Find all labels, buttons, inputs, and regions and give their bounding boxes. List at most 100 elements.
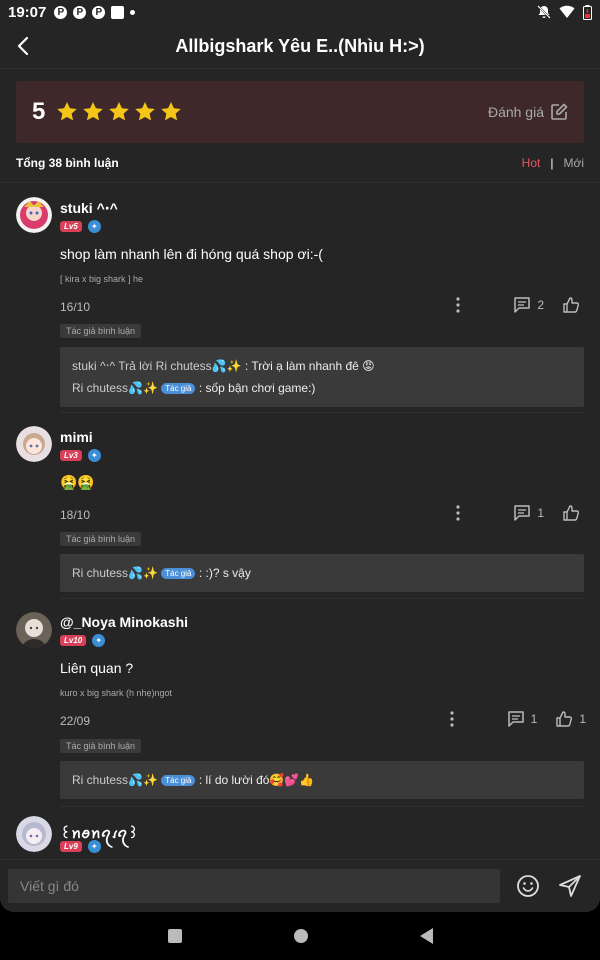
app-notification-icon [111,5,125,19]
user-badges: Lv5 ✦ [60,220,101,233]
pinterest-icon: P [73,5,87,19]
reply-text: : lí do lười đó🥰💕👍 [198,773,315,787]
reply-box[interactable]: Ri chutess💦✨ Tác giả : :)? s vậy [60,554,584,592]
comment-story-tag: [ kira x big shark ] he [60,274,144,284]
more-icon[interactable] [455,504,461,522]
comment-summary: Tổng 38 bình luận Hot | Mới [0,143,600,183]
system-back-button[interactable] [419,928,433,944]
level-badge: Lv9 [60,841,82,852]
like-button[interactable] [562,296,586,314]
reply-box[interactable]: stuki ^‧^ Trả lời Ri chutess💦✨ : Trời ạ … [60,347,584,407]
pinterest-icon: P [54,5,68,19]
username[interactable]: @_Noya Minokashi [60,614,188,630]
muted-bell-icon [537,5,551,19]
reply-text: : :)? s vậy [198,566,251,580]
reply-count: 1 [537,506,544,520]
reply-count: 2 [537,298,544,312]
star-icon [83,102,104,121]
total-comments: Tổng 38 bình luận [16,155,119,170]
reply-button[interactable]: 1 [507,710,537,728]
rating-panel: 5 Đánh giá [16,81,584,143]
reply-author[interactable]: Ri chutess💦✨ [72,566,158,580]
sort-separator: | [550,155,554,170]
reply-verb: Trả lời [118,359,153,373]
level-badge: Lv10 [60,635,87,646]
user-badges: Lv9 ✦ [60,840,101,853]
reply-button[interactable]: 1 [513,504,544,522]
reply-author[interactable]: stuki ^‧^ [72,359,115,373]
comment-actions: 1 1 [449,710,586,728]
reply-author[interactable]: Ri chutess💦✨ [72,773,158,787]
avatar[interactable] [16,612,52,648]
author-badge: Tác giả [161,568,196,580]
reply-author[interactable]: Ri chutess💦✨ [72,381,158,395]
verified-badge-icon: ✦ [87,449,101,462]
divider [60,806,584,807]
divider [60,412,584,413]
reply-box[interactable]: Ri chutess💦✨ Tác giả : lí do lười đó🥰💕👍 [60,761,584,799]
comment-icon [507,711,524,727]
avatar[interactable] [16,426,52,462]
avatar[interactable] [16,816,52,852]
like-button[interactable] [562,504,586,522]
author-badge: Tác giả [161,775,196,787]
author-comment-tag: Tác giả bình luận [60,324,142,338]
sort-hot[interactable]: Hot [522,156,541,170]
username[interactable]: stuki ^‧^ [60,200,118,217]
app-screen: Allbigshark Yêu E..(Nhìu H:>) 5 Đánh giá… [0,24,600,912]
reply-line: Ri chutess💦✨ Tác giả : sốp bận chơi game… [72,377,572,399]
notification-icons: P P P [54,5,136,19]
comment-text: Liên quan ? [60,660,134,676]
comment-text: 🤮🤮 [60,474,95,490]
recents-button[interactable] [167,929,182,943]
comment-actions: 2 [455,296,586,314]
comment-text: shop làm nhanh lên đi hóng quá shop ơi:-… [60,246,323,262]
reply-line: Ri chutess💦✨ Tác giả : :)? s vậy [72,562,572,584]
like-icon [556,711,573,727]
star-icon [161,102,182,121]
more-icon[interactable] [449,710,455,728]
reply-target[interactable]: Ri chutess💦✨ [156,359,242,373]
comment-story-tag: kuro x big shark (h nhẹ)ngot [60,688,173,698]
system-nav-bar [0,912,600,960]
reply-button[interactable]: 2 [513,296,544,314]
reply-text: : sốp bận chơi game:) [198,381,316,395]
more-notifications-icon [130,9,136,15]
author-comment-tag: Tác giả bình luận [60,532,142,546]
rating-stars [55,100,183,124]
comment-date: 22/09 [60,714,91,728]
reply-text: : Trời ạ làm nhanh đê 😡 [244,359,375,373]
send-icon[interactable] [558,874,582,898]
edit-icon [551,103,568,120]
rating-score: 5 [32,98,46,125]
back-arrow-icon[interactable] [12,34,36,58]
rate-label: Đánh giá [487,104,544,120]
avatar[interactable] [16,197,52,233]
pinterest-icon: P [92,5,106,19]
comment-date: 18/10 [60,508,91,522]
level-badge: Lv3 [60,450,82,461]
more-icon[interactable] [455,296,461,314]
sort-new[interactable]: Mới [563,156,584,170]
page-title: Allbigshark Yêu E..(Nhìu H:>) [175,35,425,56]
emoji-icon[interactable] [516,874,540,898]
author-badge: Tác giả [161,383,196,395]
status-bar: 19:07 P P P [0,0,600,24]
sort-options: Hot | Mới [522,156,584,170]
comment-icon [514,297,531,313]
divider [60,598,584,599]
home-button[interactable] [293,929,308,943]
comment-actions: 1 [455,504,586,522]
author-comment-tag: Tác giả bình luận [60,739,142,753]
level-badge: Lv5 [60,221,82,232]
verified-badge-icon: ✦ [87,840,101,853]
reply-line: Ri chutess💦✨ Tác giả : lí do lười đó🥰💕👍 [72,769,572,791]
rate-button[interactable]: Đánh giá [488,103,568,121]
user-badges: Lv3 ✦ [60,449,101,462]
like-button[interactable]: 1 [555,710,586,728]
wifi-icon [559,5,575,18]
star-icon [109,102,130,121]
battery-icon [583,4,592,20]
comment-input[interactable] [8,869,500,903]
username[interactable]: mimi [60,429,93,445]
